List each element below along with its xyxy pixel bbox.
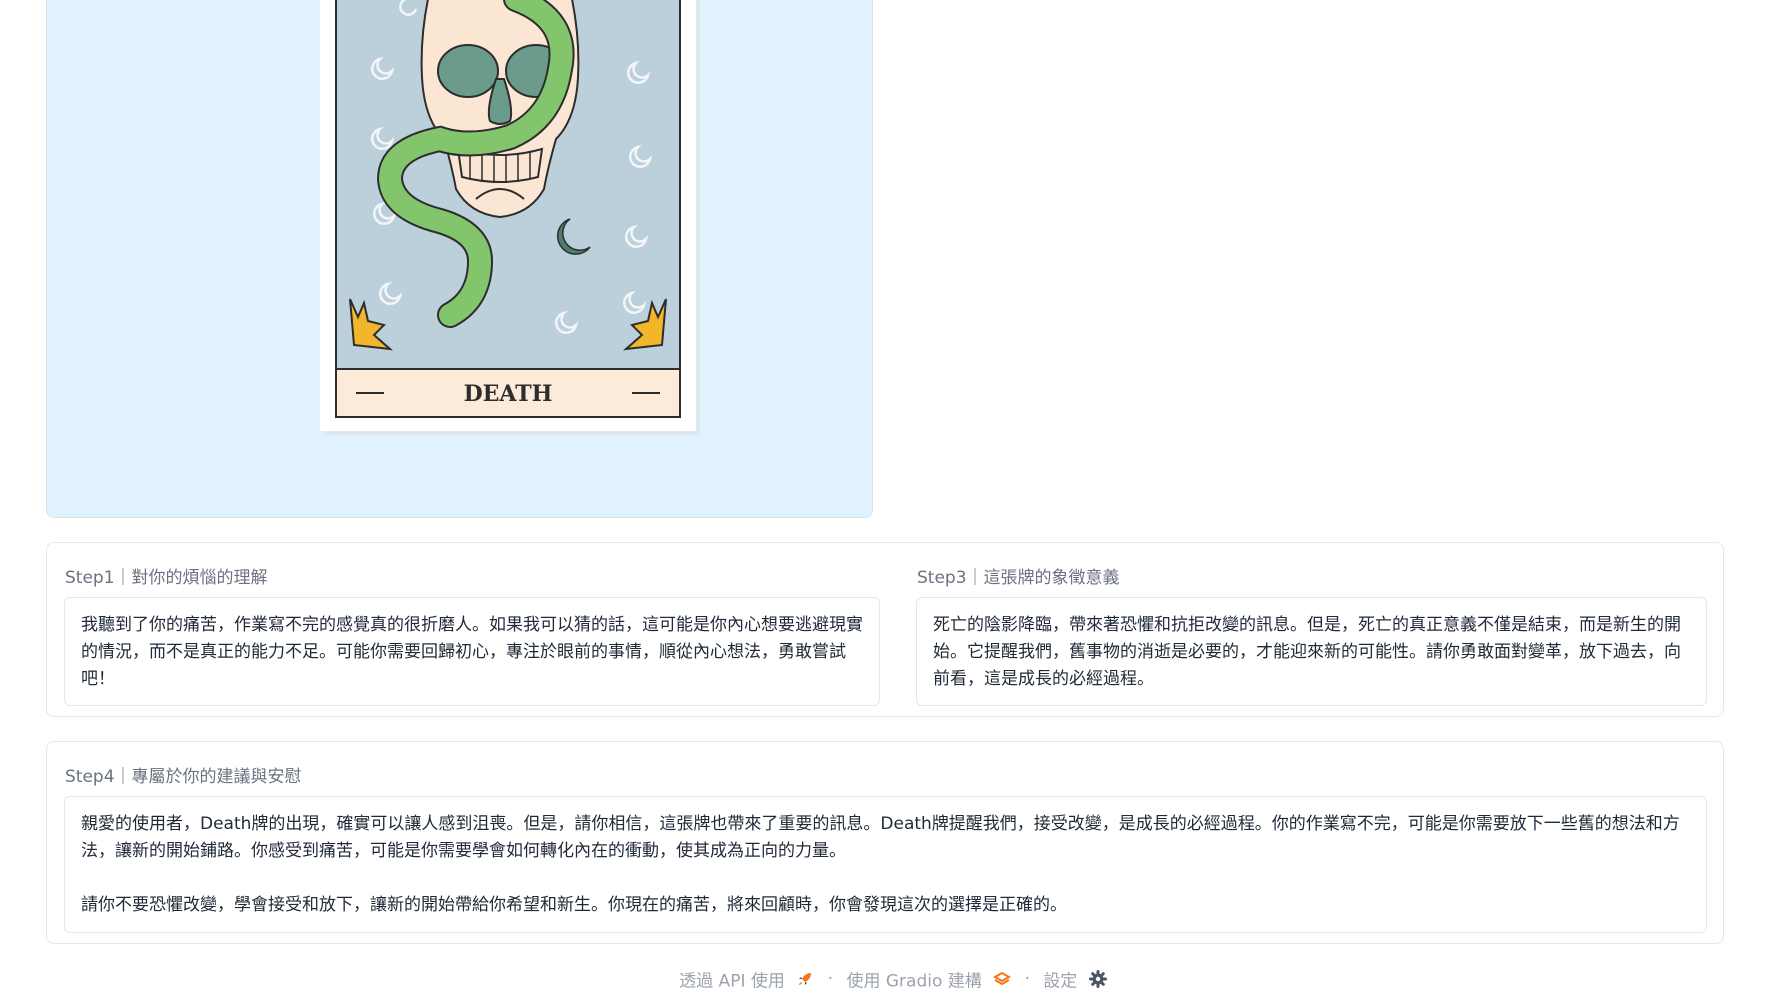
- gradio-logo-icon: [993, 971, 1012, 985]
- interpretation-row: Step1｜對你的煩惱的理解 我聽到了你的痛苦，作業寫不完的感覺真的很折磨人。如…: [46, 542, 1724, 717]
- settings-link[interactable]: 設定: [1043, 969, 1107, 991]
- advice-panel: Step4｜專屬於你的建議與安慰 親愛的使用者，Death牌的出現，確實可以讓人…: [46, 741, 1724, 944]
- api-link-label: 透過 API 使用: [679, 971, 785, 991]
- step1-label: Step1｜對你的煩惱的理解: [65, 568, 268, 588]
- rocket-icon: [799, 972, 812, 985]
- step3-textbox[interactable]: 死亡的陰影降臨，帶來著恐懼和抗拒改變的訊息。但是，死亡的真正意義不僅是結束，而是…: [916, 597, 1707, 706]
- settings-link-label: 設定: [1043, 971, 1078, 991]
- gear-icon: [1088, 969, 1107, 988]
- death-card-illustration: DEATH: [320, 0, 700, 435]
- tarot-card-image: DEATH: [320, 0, 700, 439]
- api-link[interactable]: 透過 API 使用: [679, 969, 820, 991]
- gradio-link-label: 使用 Gradio 建構: [846, 971, 982, 991]
- footer-separator: ·: [1024, 968, 1031, 989]
- step4-label: Step4｜專屬於你的建議與安慰: [65, 767, 302, 787]
- step1-textbox[interactable]: 我聽到了你的痛苦，作業寫不完的感覺真的很折磨人。如果我可以猜的話，這可能是你內心…: [64, 597, 880, 706]
- image-output-panel: DEATH: [46, 0, 873, 518]
- footer: 透過 API 使用 · 使用 Gradio 建構 · 設定: [0, 966, 1786, 991]
- step4-textbox[interactable]: 親愛的使用者，Death牌的出現，確實可以讓人感到沮喪。但是，請你相信，這張牌也…: [64, 796, 1707, 933]
- card-name: DEATH: [464, 381, 553, 407]
- gradio-link[interactable]: 使用 Gradio 建構: [846, 969, 1016, 991]
- footer-separator: ·: [827, 968, 834, 989]
- step3-label: Step3｜這張牌的象徵意義: [917, 568, 1120, 588]
